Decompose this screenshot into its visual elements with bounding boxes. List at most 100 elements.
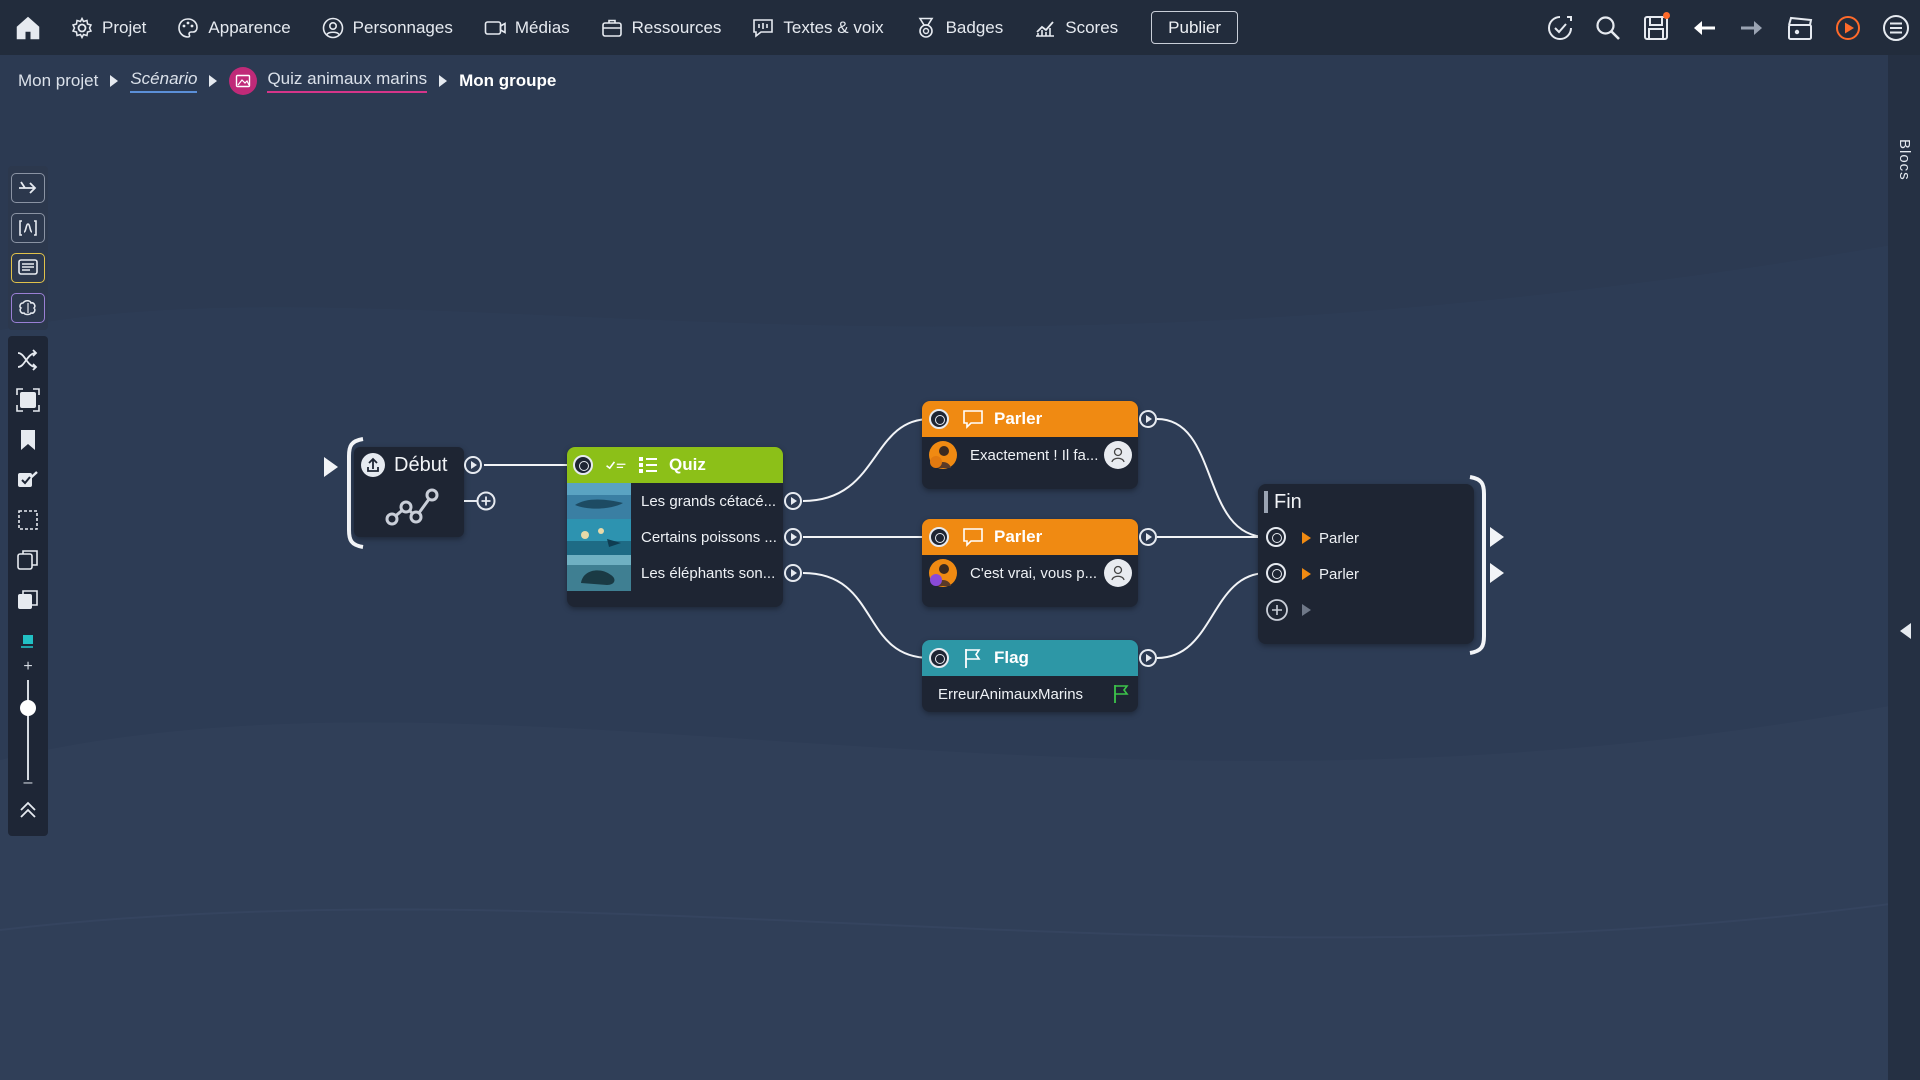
undo-icon [1694,20,1715,35]
play-triangle-icon [1302,532,1311,544]
quiz-answer-row[interactable]: Les grands cétacé... [567,483,783,519]
listener-avatar-icon [1104,559,1132,587]
validate-icon [1548,15,1572,40]
fin-add-output-row[interactable] [1258,592,1474,628]
screen-mode-button[interactable] [8,248,48,288]
fin-marker-icon [1264,491,1268,513]
node-flag[interactable]: Flag ErreurAnimauxMarins [922,640,1138,712]
zoom-slider[interactable]: + – [8,658,48,792]
bookmark-button[interactable] [8,420,48,460]
node-parler-2[interactable]: Parler C'est vrai, vous p... [922,519,1138,607]
group-exit-arrow-icon[interactable] [1490,563,1504,583]
save-button[interactable] [1632,0,1680,55]
shuffle-icon [17,349,38,371]
node-parler-2-output-port[interactable] [1139,528,1157,546]
menu-medias[interactable]: Médias [468,0,585,55]
breadcrumb-scenario[interactable]: Scénario [130,69,198,93]
node-debut[interactable]: Début [354,447,464,537]
breadcrumb-quiz[interactable]: Quiz animaux marins [267,69,428,93]
menu-medias-label: Médias [514,17,570,37]
fin-add-input-icon[interactable] [1265,598,1289,622]
fin-input-port-2[interactable] [1266,563,1286,583]
quiz-answer-row[interactable]: Certains poissons ... [567,519,783,555]
menu-ressources[interactable]: Ressources [585,0,737,55]
scenario-canvas[interactable]: Début Quiz Les grands cétacé... Certains… [0,0,1920,1080]
breadcrumb-project[interactable]: Mon projet [18,71,98,91]
preview-scene-button[interactable] [1776,0,1824,55]
paste-button[interactable] [8,580,48,620]
node-flag-input-port[interactable] [929,648,949,668]
validate-button[interactable] [1536,0,1584,55]
menu-badges-label: Badges [945,17,1004,37]
copy-button[interactable] [8,540,48,580]
zoom-in-icon[interactable]: + [8,658,48,676]
zoom-thumb[interactable] [20,700,36,716]
add-output-icon[interactable] [462,490,498,512]
quiz-answer-2-output-port[interactable] [784,528,802,546]
fin-output-label: Parler [1319,565,1360,583]
menu-scores[interactable]: Scores [1018,0,1133,55]
main-menu-button[interactable] [1872,0,1920,55]
connect-mode-button[interactable] [8,168,48,208]
chart-icon [1036,20,1055,37]
fin-input-port-1[interactable] [1266,527,1286,547]
quiz-image-icon [229,67,258,95]
quiz-answer-1-output-port[interactable] [784,492,802,510]
character-avatar-icon [929,559,957,587]
node-quiz-input-port[interactable] [573,455,593,475]
fit-screen-icon [16,388,40,412]
top-menu-bar: Projet Apparence Personnages Médias Ress… [0,0,1920,55]
link-quiz-answer1-parler1 [802,418,931,502]
search-button[interactable] [1584,0,1632,55]
split-arrow-icon [19,181,37,194]
go-top-button[interactable] [8,790,48,830]
menu-badges[interactable]: Badges [899,0,1019,55]
fin-output-row[interactable]: Parler [1258,520,1474,556]
redo-icon [1741,20,1762,35]
node-parler-1-output-port[interactable] [1139,410,1157,428]
green-flag-icon [1114,685,1129,703]
publish-button[interactable]: Publier [1151,11,1239,44]
media-icon [484,20,506,35]
flag-icon [965,649,981,668]
checklist-button[interactable] [8,460,48,500]
fish-diver-image-icon [567,519,631,555]
node-debut-output-port[interactable] [464,456,482,474]
undo-button[interactable] [1680,0,1728,55]
minimap-button[interactable] [8,620,48,660]
variable-mode-button[interactable] [8,208,48,248]
node-quiz[interactable]: Quiz Les grands cétacé... Certains poiss… [567,447,783,607]
home-button[interactable] [0,0,55,55]
node-parler-2-text: C'est vrai, vous p... [970,564,1098,582]
character-avatar-icon [929,441,957,469]
expand-panel-icon[interactable] [1900,623,1911,639]
quiz-answer-row[interactable]: Les éléphants son... [567,555,783,591]
menu-textes-voix[interactable]: Textes & voix [736,0,898,55]
link-flag-fin [1156,572,1268,659]
menu-personnages[interactable]: Personnages [306,0,468,55]
quiz-answer-3-output-port[interactable] [784,564,802,582]
ai-mode-button[interactable] [8,288,48,328]
auto-layout-button[interactable] [8,340,48,380]
node-parler-1-input-port[interactable] [929,409,949,429]
selection-icon [18,510,38,530]
fin-output-row[interactable]: Parler [1258,556,1474,592]
screen-icon [18,259,38,275]
fit-view-button[interactable] [8,380,48,420]
play-button[interactable] [1824,0,1872,55]
node-fin[interactable]: Fin Parler Parler [1258,484,1474,644]
palette-icon [178,17,199,38]
menu-projet[interactable]: Projet [55,0,161,55]
blocs-panel-label: Blocs [1896,139,1913,181]
blocs-panel-collapsed[interactable]: Blocs [1888,55,1920,1080]
node-parler-2-input-port[interactable] [929,527,949,547]
group-exit-arrow-icon[interactable] [1490,527,1504,547]
node-parler-1[interactable]: Parler Exactement ! Il fa... [922,401,1138,489]
redo-button[interactable] [1728,0,1776,55]
zoom-out-icon[interactable]: – [8,774,48,792]
node-flag-output-port[interactable] [1139,649,1157,667]
node-parler-1-text: Exactement ! Il fa... [970,446,1099,464]
menu-apparence[interactable]: Apparence [161,0,305,55]
breadcrumb-separator-icon [110,75,119,87]
select-area-button[interactable] [8,500,48,540]
